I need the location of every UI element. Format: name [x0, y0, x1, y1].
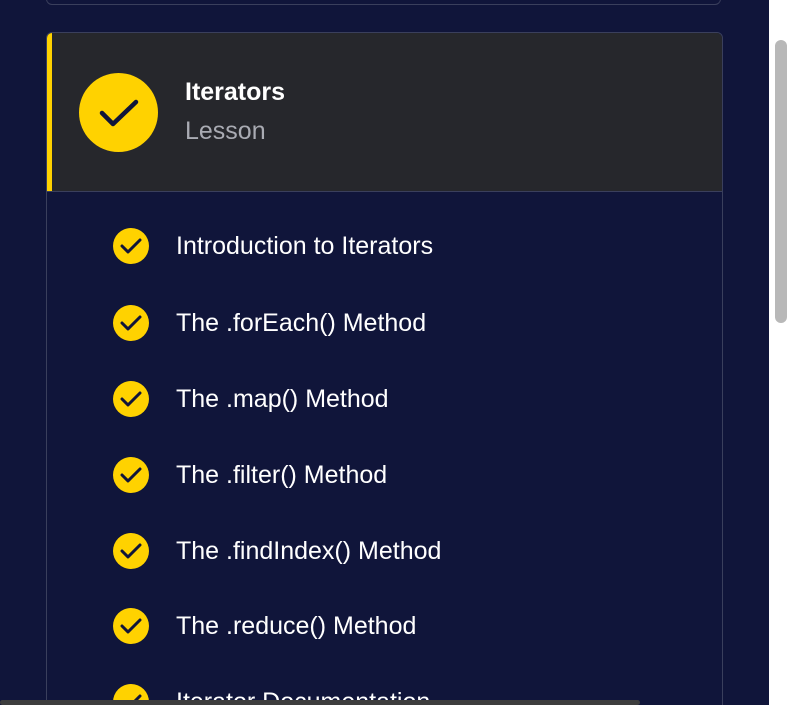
lesson-item-findindex[interactable]: The .findIndex() Method — [113, 531, 441, 571]
checkmark-icon — [113, 305, 149, 341]
lesson-item-label: The .findIndex() Method — [176, 536, 442, 565]
checkmark-icon — [113, 608, 149, 644]
lesson-item-reduce[interactable]: The .reduce() Method — [113, 606, 416, 646]
vertical-scrollbar-thumb[interactable] — [775, 40, 787, 323]
lesson-item-label: The .map() Method — [176, 384, 389, 413]
lesson-item-label: The .forEach() Method — [176, 308, 427, 337]
lesson-item-foreach[interactable]: The .forEach() Method — [113, 303, 426, 343]
lesson-item-filter[interactable]: The .filter() Method — [113, 455, 387, 495]
checkmark-icon — [113, 533, 149, 569]
lesson-item-introduction-to-iterators[interactable]: Introduction to Iterators — [113, 226, 433, 266]
checkmark-icon — [113, 457, 149, 493]
lesson-item-label: The .reduce() Method — [176, 611, 417, 640]
lesson-panel: Iterators Lesson Introduction to Iterato… — [0, 0, 769, 705]
checkmark-icon — [113, 228, 149, 264]
checkmark-icon — [79, 73, 158, 152]
checkmark-icon — [113, 381, 149, 417]
lesson-header[interactable]: Iterators Lesson — [47, 33, 722, 192]
lesson-type-label: Lesson — [185, 117, 266, 145]
active-accent-bar — [47, 33, 52, 191]
lesson-title: Iterators — [185, 78, 286, 106]
horizontal-scrollbar-thumb[interactable] — [0, 700, 640, 705]
lesson-item-label: The .filter() Method — [176, 460, 388, 489]
lesson-item-map[interactable]: The .map() Method — [113, 379, 389, 419]
lesson-item-label: Introduction to Iterators — [176, 231, 434, 260]
previous-card — [46, 0, 721, 5]
lesson-card: Iterators Lesson Introduction to Iterato… — [46, 32, 723, 705]
